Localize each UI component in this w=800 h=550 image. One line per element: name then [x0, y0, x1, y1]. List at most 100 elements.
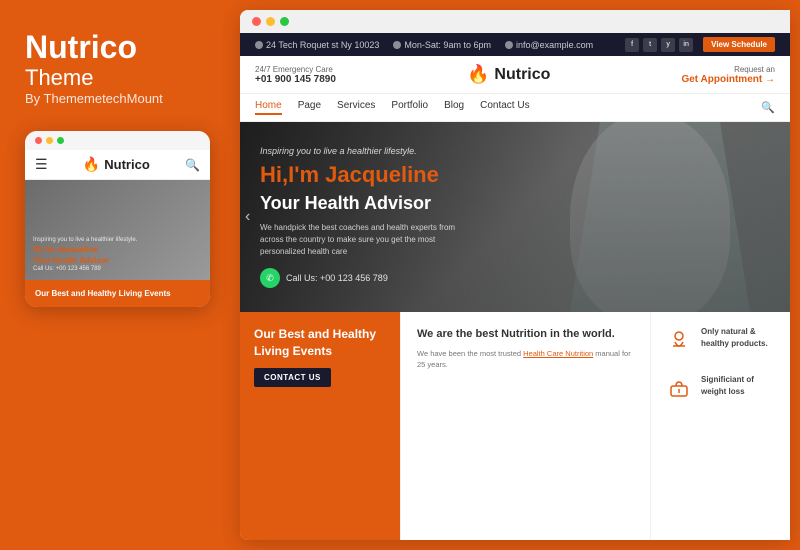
desktop-top-bar	[240, 10, 790, 33]
feature2-start: Significiant of	[701, 375, 754, 384]
youtube-icon[interactable]: y	[661, 38, 675, 52]
mobile-bottom-text: Our Best and Healthy Living Events	[35, 288, 200, 299]
request-label: Request an	[681, 65, 775, 74]
mobile-hero-heading-end: Your Health Advisor	[33, 256, 109, 265]
topbar-nav: 24 Tech Roquet st Ny 10023 Mon-Sat: 9am …	[240, 33, 790, 56]
nav-menu: Home Page Services Portfolio Blog Contac…	[240, 94, 790, 122]
features-panel: Only natural & healthy products. Signifi…	[650, 312, 790, 540]
desktop-dot-yellow	[266, 17, 275, 26]
facebook-icon[interactable]: f	[625, 38, 639, 52]
events-title: Our Best and Healthy Living Events	[254, 326, 386, 360]
mobile-logo: 🔥 Nutrico	[83, 156, 150, 173]
contact-us-button[interactable]: CONTACT US	[254, 368, 331, 387]
hero-content: Inspiring you to live a healthier lifest…	[240, 131, 480, 303]
mobile-hero-heading-start: Hi,I'm	[33, 245, 57, 254]
mobile-hero-cta: Call Us: +00 123 456 789	[33, 266, 202, 272]
search-icon[interactable]: 🔍	[761, 101, 775, 114]
brand-theme: Theme	[25, 65, 215, 91]
events-title-start: Our Best and Healthy	[254, 327, 376, 341]
hero-subheading: Your Health Advisor	[260, 193, 460, 214]
whatsapp-icon[interactable]: ✆	[260, 268, 280, 288]
nutrition-title: We are the best Nutrition in the world.	[417, 326, 634, 343]
feature-natural: Only natural & healthy products.	[665, 326, 776, 354]
mobile-mockup: ☰ 🔥 Nutrico 🔍 Inspiring you to live a he…	[25, 131, 210, 307]
nav-item-contact[interactable]: Contact Us	[480, 100, 529, 115]
hamburger-icon[interactable]: ☰	[35, 156, 48, 173]
feature-weight: Significiant of weight loss	[665, 374, 776, 402]
nav-item-services[interactable]: Services	[337, 100, 375, 115]
main-nav: 24/7 Emergency Care +01 900 145 7890 🔥 N…	[240, 56, 790, 94]
linkedin-icon[interactable]: in	[679, 38, 693, 52]
mobile-hero-heading: Hi,I'm Jacqueline Your Health Advisor	[33, 245, 202, 266]
nutrition-link[interactable]: Health Care Nutrition	[523, 349, 593, 358]
nutrition-heading-start: We are the best Nutrition	[417, 328, 550, 340]
nav-item-portfolio[interactable]: Portfolio	[391, 100, 428, 115]
mobile-hero-small-text: Inspiring you to live a healthier lifest…	[33, 237, 202, 243]
nav-item-blog[interactable]: Blog	[444, 100, 464, 115]
hero-small-text: Inspiring you to live a healthier lifest…	[260, 146, 460, 156]
emergency-label: 24/7 Emergency Care	[255, 65, 336, 74]
feature1-start: Only natural &	[701, 327, 756, 336]
mobile-hero-content: Inspiring you to live a healthier lifest…	[33, 237, 202, 272]
hero-description: We handpick the best coaches and health …	[260, 222, 460, 258]
mobile-bottom-start: Our Best and Healthy	[35, 289, 119, 298]
nav-left: 24/7 Emergency Care +01 900 145 7890	[255, 65, 336, 85]
mobile-header: ☰ 🔥 Nutrico 🔍	[25, 150, 210, 180]
mobile-bottom-bold: Living Events	[119, 289, 171, 298]
nav-menu-items: Home Page Services Portfolio Blog Contac…	[255, 100, 530, 115]
desktop-dot-red	[252, 17, 261, 26]
nav-logo: 🔥 Nutrico	[467, 64, 550, 85]
feature1-bold: healthy products.	[701, 339, 768, 348]
mobile-dot-green	[57, 137, 64, 144]
mobile-hero: Inspiring you to live a healthier lifest…	[25, 180, 210, 280]
natural-products-icon	[665, 326, 693, 354]
clock-icon	[393, 41, 401, 49]
mobile-bottom-section: Our Best and Healthy Living Events	[25, 280, 210, 307]
schedule-button[interactable]: View Schedule	[703, 37, 775, 52]
nav-logo-icon: 🔥	[467, 64, 489, 85]
feature-weight-text: Significiant of weight loss	[701, 374, 776, 398]
brand-by: By ThememetechMount	[25, 91, 215, 106]
mobile-dot-red	[35, 137, 42, 144]
topbar-email: info@example.com	[505, 40, 593, 50]
nutrition-panel: We are the best Nutrition in the world. …	[400, 312, 650, 540]
nav-right: Request an Get Appointment →	[681, 65, 775, 85]
nav-item-page[interactable]: Page	[298, 100, 321, 115]
desktop-mockup: 24 Tech Roquet st Ny 10023 Mon-Sat: 9am …	[240, 10, 790, 540]
weight-loss-icon	[665, 374, 693, 402]
nutrition-heading-bold: in the world.	[550, 328, 615, 340]
email-icon	[505, 41, 513, 49]
appointment-link[interactable]: Get Appointment →	[681, 74, 775, 85]
hero-section: Inspiring you to live a healthier lifest…	[240, 122, 790, 312]
mobile-dot-yellow	[46, 137, 53, 144]
mobile-logo-icon: 🔥	[83, 156, 100, 173]
hero-heading-start: Hi,I'm	[260, 162, 325, 187]
nutrition-text: We have been the most trusted Health Car…	[417, 348, 634, 371]
hero-cta: ✆ Call Us: +00 123 456 789	[260, 268, 460, 288]
topbar-right: f t y in View Schedule	[625, 37, 775, 52]
feature-natural-text: Only natural & healthy products.	[701, 326, 776, 350]
left-panel: Nutrico Theme By ThememetechMount ☰ 🔥 Nu…	[0, 0, 240, 550]
topbar-left: 24 Tech Roquet st Ny 10023 Mon-Sat: 9am …	[255, 40, 593, 50]
nutrition-text-start: We have been the most trusted	[417, 349, 523, 358]
hero-heading-name: Jacqueline	[325, 162, 439, 187]
nav-logo-text: Nutrico	[494, 66, 550, 84]
hero-person-shape	[570, 122, 730, 312]
phone-number: +01 900 145 7890	[255, 74, 336, 85]
twitter-icon[interactable]: t	[643, 38, 657, 52]
brand-name: Nutrico	[25, 30, 215, 65]
hero-cta-text: Call Us: +00 123 456 789	[286, 273, 388, 283]
mobile-search-icon[interactable]: 🔍	[185, 158, 200, 172]
mobile-top-bar	[25, 131, 210, 150]
topbar-hours: Mon-Sat: 9am to 6pm	[393, 40, 491, 50]
feature2-bold: weight loss	[701, 387, 745, 396]
desktop-dot-green	[280, 17, 289, 26]
location-icon	[255, 41, 263, 49]
topbar-social: f t y in	[625, 38, 693, 52]
mobile-hero-name: Jacqueline	[57, 245, 98, 254]
nav-item-home[interactable]: Home	[255, 100, 282, 115]
hero-heading: Hi,I'm Jacqueline	[260, 162, 460, 188]
events-title-bold: Living Events	[254, 344, 332, 358]
topbar-address: 24 Tech Roquet st Ny 10023	[255, 40, 379, 50]
events-panel: Our Best and Healthy Living Events CONTA…	[240, 312, 400, 540]
